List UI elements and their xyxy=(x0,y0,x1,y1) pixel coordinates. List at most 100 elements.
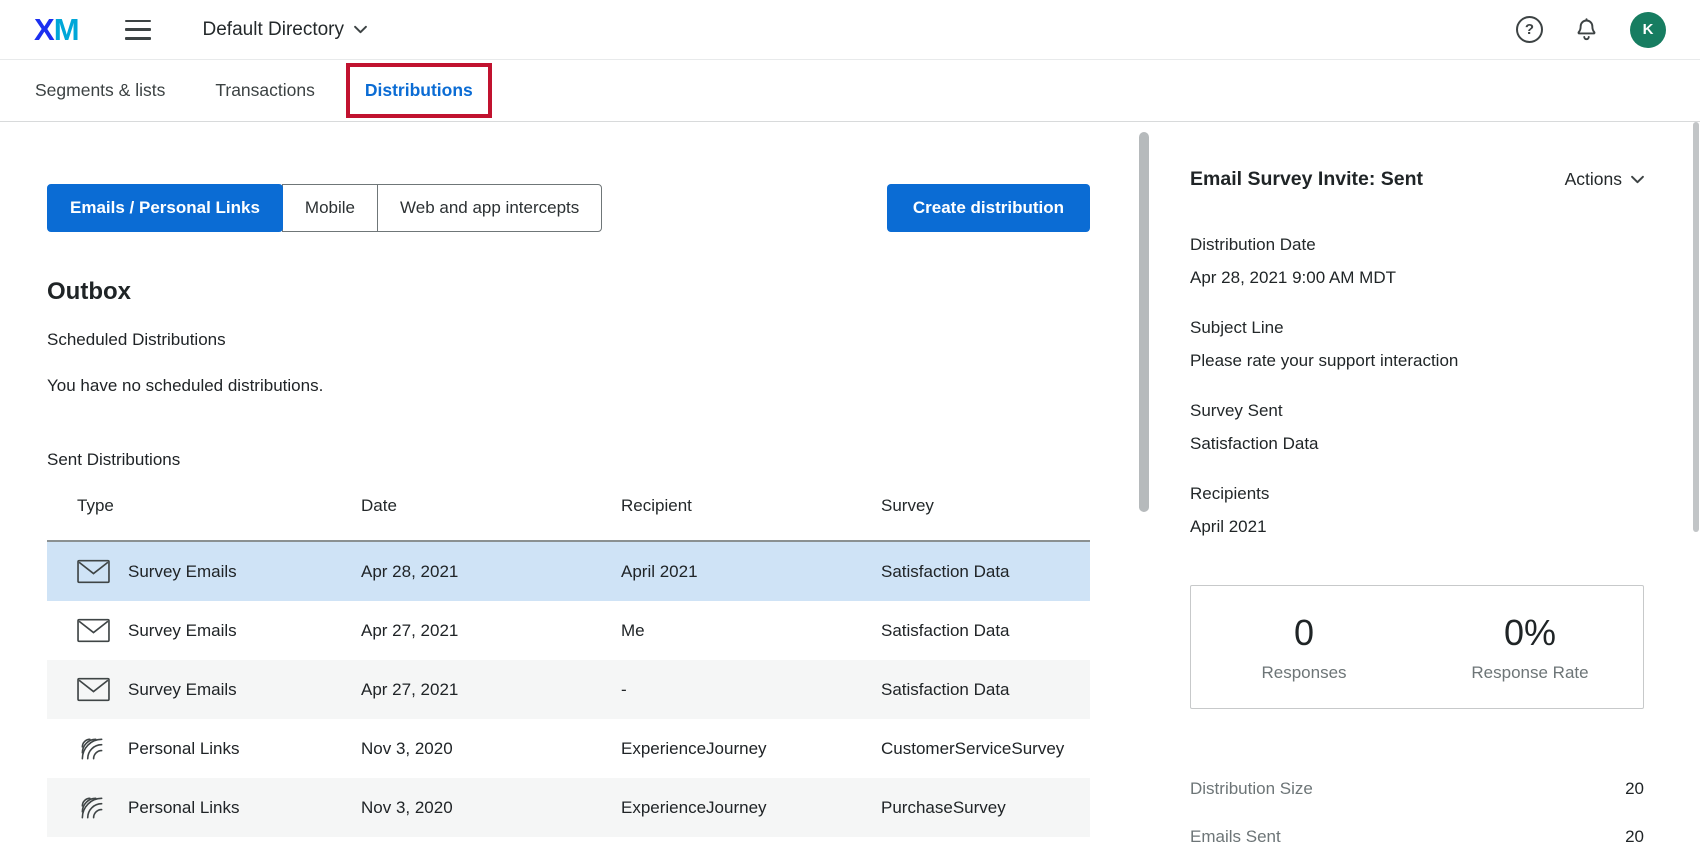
table-row[interactable]: Personal Links Nov 3, 2020 ExperienceJou… xyxy=(47,778,1090,837)
directory-tabs: Segments & lists Transactions Distributi… xyxy=(0,60,1700,122)
responses-stat: 0 Responses xyxy=(1191,612,1417,683)
response-stats-box: 0 Responses 0% Response Rate xyxy=(1190,585,1644,709)
row-survey: Satisfaction Data xyxy=(881,562,1090,582)
responses-count: 0 xyxy=(1191,612,1417,654)
row-survey: Satisfaction Data xyxy=(881,621,1090,641)
responses-label: Responses xyxy=(1191,663,1417,683)
channel-tab-web-app-intercepts[interactable]: Web and app intercepts xyxy=(377,184,602,232)
top-bar: XM Default Directory ? K xyxy=(0,0,1700,60)
response-rate-stat: 0% Response Rate xyxy=(1417,612,1643,683)
create-distribution-button[interactable]: Create distribution xyxy=(887,184,1090,232)
tab-transactions[interactable]: Transactions xyxy=(215,80,315,101)
response-rate-label: Response Rate xyxy=(1417,663,1643,683)
table-header-row: Type Date Recipient Survey xyxy=(47,482,1090,542)
row-survey: Satisfaction Data xyxy=(881,680,1090,700)
distributions-main: Emails / Personal Links Mobile Web and a… xyxy=(0,122,1136,842)
channel-tab-mobile[interactable]: Mobile xyxy=(282,184,378,232)
metric-row: Emails Sent 20 xyxy=(1190,827,1644,842)
table-row[interactable]: Personal Links Nov 3, 2020 ExperienceJou… xyxy=(47,719,1090,778)
table-row[interactable]: Survey Emails Apr 28, 2021 April 2021 Sa… xyxy=(47,542,1090,601)
column-header-recipient: Recipient xyxy=(621,496,881,516)
table-row[interactable]: Survey Emails Apr 27, 2021 - Satisfactio… xyxy=(47,660,1090,719)
row-recipient: - xyxy=(621,680,881,700)
field-label: Recipients xyxy=(1190,484,1644,504)
metric-label: Emails Sent xyxy=(1190,827,1281,842)
field-value: Please rate your support interaction xyxy=(1190,351,1644,371)
detail-field: Survey Sent Satisfaction Data xyxy=(1190,401,1644,454)
sent-distributions-table: Type Date Recipient Survey Survey Emails… xyxy=(47,482,1090,837)
content-area: Emails / Personal Links Mobile Web and a… xyxy=(0,122,1700,842)
row-survey: PurchaseSurvey xyxy=(881,798,1090,818)
tab-distributions[interactable]: Distributions xyxy=(365,80,473,101)
detail-field: Recipients April 2021 xyxy=(1190,484,1644,537)
detail-field: Subject Line Please rate your support in… xyxy=(1190,318,1644,371)
chevron-down-icon xyxy=(354,25,367,34)
distribution-detail-panel: Email Survey Invite: Sent Actions Distri… xyxy=(1152,122,1692,842)
channel-switcher: Emails / Personal Links Mobile Web and a… xyxy=(47,184,602,232)
row-type: Personal Links xyxy=(128,739,240,759)
notifications-button[interactable] xyxy=(1573,16,1600,43)
metric-value: 20 xyxy=(1625,827,1644,842)
scheduled-distributions-heading: Scheduled Distributions xyxy=(47,330,1136,350)
help-icon: ? xyxy=(1516,16,1543,43)
row-date: Nov 3, 2020 xyxy=(361,739,621,759)
help-button[interactable]: ? xyxy=(1516,16,1543,43)
main-scrollbar[interactable] xyxy=(1136,122,1152,842)
row-date: Apr 27, 2021 xyxy=(361,621,621,641)
metric-label: Distribution Size xyxy=(1190,779,1313,799)
field-value: April 2021 xyxy=(1190,517,1644,537)
annotation-box: Distributions xyxy=(346,63,492,118)
directory-label: Default Directory xyxy=(203,19,345,41)
field-value: Apr 28, 2021 9:00 AM MDT xyxy=(1190,268,1644,288)
actions-menu-button[interactable]: Actions xyxy=(1565,169,1644,190)
row-recipient: Me xyxy=(621,621,881,641)
fingerprint-icon xyxy=(77,793,111,823)
page-scrollbar[interactable] xyxy=(1692,122,1700,842)
scheduled-empty-message: You have no scheduled distributions. xyxy=(47,376,1136,396)
user-avatar[interactable]: K xyxy=(1630,12,1666,48)
detail-panel-title: Email Survey Invite: Sent xyxy=(1190,168,1423,191)
table-row[interactable]: Survey Emails Apr 27, 2021 Me Satisfacti… xyxy=(47,601,1090,660)
row-type: Survey Emails xyxy=(128,680,237,700)
metric-row: Distribution Size 20 xyxy=(1190,779,1644,799)
sent-distributions-heading: Sent Distributions xyxy=(47,450,1136,470)
column-header-date: Date xyxy=(361,496,621,516)
response-rate-value: 0% xyxy=(1417,612,1643,654)
column-header-survey: Survey xyxy=(881,496,1090,516)
envelope-icon xyxy=(77,559,111,584)
field-label: Survey Sent xyxy=(1190,401,1644,421)
row-recipient: April 2021 xyxy=(621,562,881,582)
xm-logo-m: M xyxy=(54,12,79,47)
field-label: Subject Line xyxy=(1190,318,1644,338)
main-scrollbar-thumb[interactable] xyxy=(1139,132,1149,512)
detail-field: Distribution Date Apr 28, 2021 9:00 AM M… xyxy=(1190,235,1644,288)
field-label: Distribution Date xyxy=(1190,235,1644,255)
xm-logo: XM xyxy=(34,12,79,48)
outbox-title: Outbox xyxy=(47,278,1136,306)
row-type: Personal Links xyxy=(128,798,240,818)
actions-label: Actions xyxy=(1565,169,1622,190)
row-type: Survey Emails xyxy=(128,621,237,641)
field-value: Satisfaction Data xyxy=(1190,434,1644,454)
distribution-toolbar: Emails / Personal Links Mobile Web and a… xyxy=(47,184,1090,232)
bell-icon xyxy=(1573,16,1600,43)
directory-selector[interactable]: Default Directory xyxy=(203,19,368,41)
fingerprint-icon xyxy=(77,734,111,764)
row-survey: CustomerServiceSurvey xyxy=(881,739,1090,759)
row-type: Survey Emails xyxy=(128,562,237,582)
row-date: Apr 28, 2021 xyxy=(361,562,621,582)
chevron-down-icon xyxy=(1631,175,1644,184)
tab-segments-lists[interactable]: Segments & lists xyxy=(35,80,165,101)
envelope-icon xyxy=(77,618,111,643)
channel-tab-emails-personal-links[interactable]: Emails / Personal Links xyxy=(47,184,283,232)
row-date: Nov 3, 2020 xyxy=(361,798,621,818)
envelope-icon xyxy=(77,677,111,702)
row-date: Apr 27, 2021 xyxy=(361,680,621,700)
hamburger-menu-icon[interactable] xyxy=(125,20,151,40)
metric-value: 20 xyxy=(1625,779,1644,799)
row-recipient: ExperienceJourney xyxy=(621,739,881,759)
xm-logo-x: X xyxy=(34,12,54,47)
column-header-type: Type xyxy=(77,496,361,516)
row-recipient: ExperienceJourney xyxy=(621,798,881,818)
page-scrollbar-thumb[interactable] xyxy=(1693,122,1699,532)
